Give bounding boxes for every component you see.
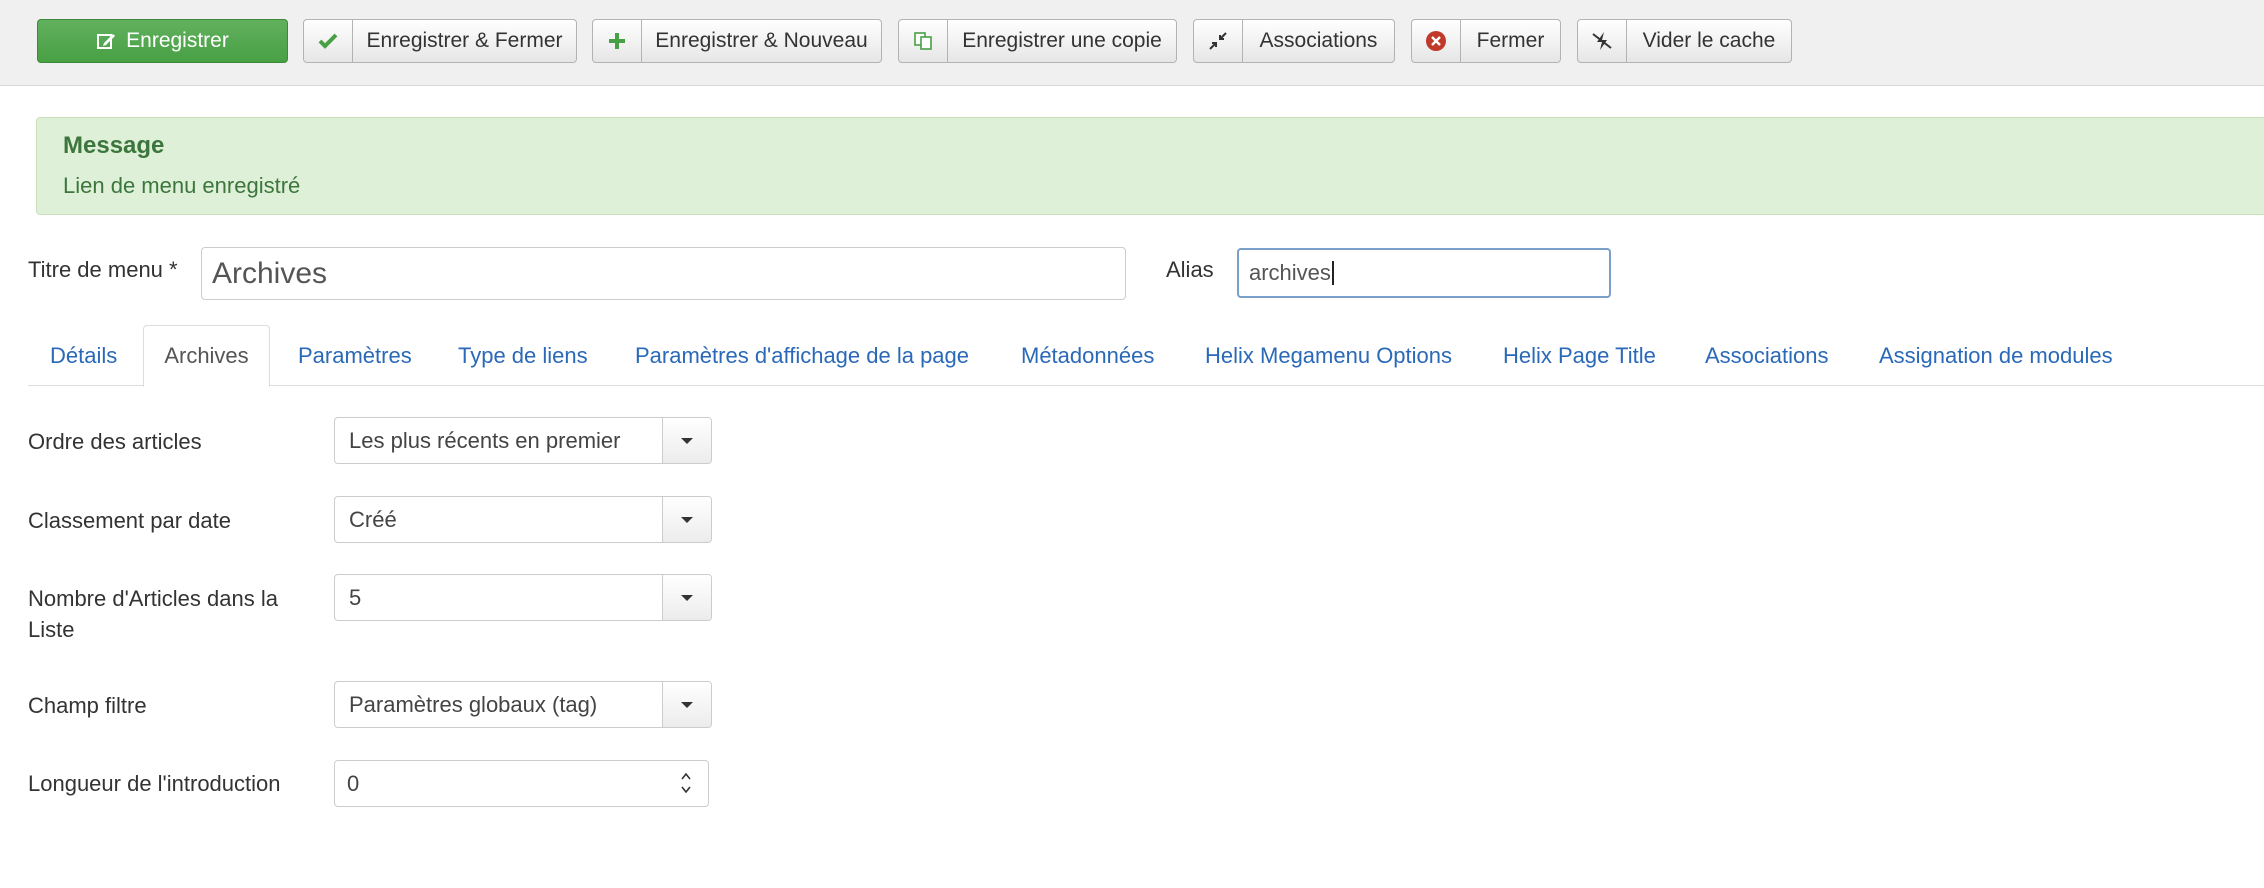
- tab-details[interactable]: Détails: [50, 325, 117, 386]
- tab-associations[interactable]: Associations: [1705, 325, 1829, 386]
- clear-cache-button[interactable]: Vider le cache: [1577, 19, 1792, 63]
- champ-filtre-label: Champ filtre: [28, 693, 147, 718]
- tab-bar: Détails Archives Paramètres Type de lien…: [28, 325, 2264, 387]
- spinner-icon[interactable]: [678, 767, 694, 799]
- champ-filtre-select[interactable]: Paramètres globaux (tag): [334, 681, 712, 728]
- save-button-label: Enregistrer: [126, 29, 229, 52]
- tab-metadonnees[interactable]: Métadonnées: [1021, 325, 1154, 386]
- save-new-label: Enregistrer & Nouveau: [655, 29, 868, 52]
- tab-helix-page-title[interactable]: Helix Page Title: [1503, 325, 1656, 386]
- plus-icon: [593, 20, 642, 62]
- classement-date-select[interactable]: Créé: [334, 496, 712, 543]
- tab-label: Détails: [50, 342, 118, 368]
- tab-label: Type de liens: [458, 342, 588, 368]
- ordre-articles-select[interactable]: Les plus récents en premier: [334, 417, 712, 464]
- message-text: Lien de menu enregistré: [63, 173, 301, 198]
- text-caret: [1331, 261, 1334, 285]
- tab-type-de-liens[interactable]: Type de liens: [458, 325, 588, 386]
- save-button[interactable]: Enregistrer: [37, 19, 288, 63]
- select-value: Paramètres globaux (tag): [349, 691, 598, 717]
- select-value: 5: [349, 584, 362, 610]
- tab-helix-megamenu[interactable]: Helix Megamenu Options: [1205, 325, 1452, 386]
- number-value: 0: [347, 770, 360, 796]
- tab-parametres[interactable]: Paramètres: [298, 325, 412, 386]
- select-value: Créé: [349, 506, 397, 532]
- message-heading: Message: [63, 132, 165, 159]
- tab-label: Archives: [164, 343, 249, 368]
- tab-label: Associations: [1705, 342, 1829, 368]
- toolbar: Enregistrer Enregistrer & Fermer Enregis…: [0, 0, 2264, 86]
- longueur-intro-label: Longueur de l'introduction: [28, 771, 281, 796]
- associations-button[interactable]: Associations: [1193, 19, 1395, 63]
- lightning-off-icon: [1578, 20, 1627, 62]
- close-button[interactable]: Fermer: [1411, 19, 1561, 63]
- save-copy-label: Enregistrer une copie: [962, 29, 1162, 52]
- tab-affichage-page[interactable]: Paramètres d'affichage de la page: [635, 325, 969, 386]
- check-icon: [304, 20, 353, 62]
- title-value: Archives: [212, 256, 328, 290]
- tab-label: Assignation de modules: [1879, 342, 2113, 368]
- nombre-articles-label: Nombre d'Articles dans la Liste: [28, 586, 278, 642]
- contract-icon: [1194, 20, 1243, 62]
- ordre-articles-label: Ordre des articles: [28, 429, 202, 454]
- tab-assignation-modules[interactable]: Assignation de modules: [1879, 325, 2113, 386]
- edit-icon: [97, 34, 116, 49]
- alias-value: archives: [1249, 260, 1331, 285]
- tab-label: Métadonnées: [1021, 342, 1155, 368]
- title-label: Titre de menu *: [28, 257, 178, 282]
- tab-label: Paramètres d'affichage de la page: [635, 342, 970, 368]
- clear-cache-label: Vider le cache: [1642, 29, 1776, 52]
- select-value: Les plus récents en premier: [349, 427, 621, 453]
- alias-input[interactable]: archives: [1237, 248, 1611, 298]
- classement-date-label: Classement par date: [28, 508, 231, 533]
- save-close-button[interactable]: Enregistrer & Fermer: [303, 19, 577, 63]
- copy-icon: [899, 20, 948, 62]
- tab-label: Helix Page Title: [1503, 342, 1656, 368]
- save-new-button[interactable]: Enregistrer & Nouveau: [592, 19, 882, 63]
- cancel-circle-icon: [1412, 20, 1461, 62]
- tab-archives[interactable]: Archives: [143, 325, 270, 387]
- alias-label: Alias: [1166, 257, 1214, 282]
- associations-label: Associations: [1259, 29, 1378, 52]
- tab-label: Paramètres: [298, 342, 412, 368]
- chevron-down-icon[interactable]: [662, 418, 711, 463]
- save-copy-button[interactable]: Enregistrer une copie: [898, 19, 1177, 63]
- longueur-intro-input[interactable]: 0: [334, 760, 709, 807]
- success-message: Message Lien de menu enregistré: [36, 117, 2264, 215]
- chevron-down-icon[interactable]: [662, 682, 711, 727]
- close-label: Fermer: [1476, 29, 1545, 52]
- tab-label: Helix Megamenu Options: [1205, 342, 1453, 368]
- chevron-down-icon[interactable]: [662, 575, 711, 620]
- nombre-articles-select[interactable]: 5: [334, 574, 712, 621]
- chevron-down-icon[interactable]: [662, 497, 711, 542]
- save-close-label: Enregistrer & Fermer: [366, 29, 563, 52]
- title-input[interactable]: Archives: [201, 247, 1126, 300]
